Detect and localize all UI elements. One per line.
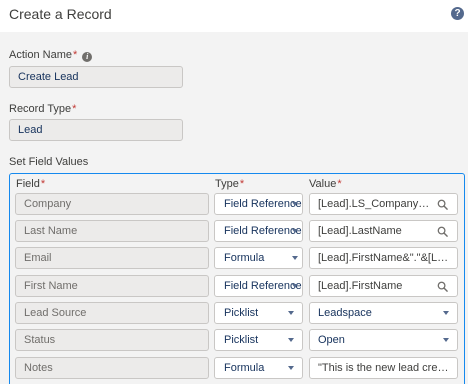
set-field-values-label: Set Field Values [9, 156, 89, 168]
row-value-input[interactable]: [Lead].FirstName&"."&[Lea... [309, 247, 458, 269]
row-value-input[interactable]: [Lead].LastName [309, 220, 458, 242]
type-select-value: Field Reference [224, 225, 302, 237]
row-field-last-name[interactable]: Last Name [15, 220, 209, 242]
modal-header: Create a Record ? [0, 0, 468, 32]
action-name-field[interactable]: Create Lead [9, 66, 183, 88]
row-type-select[interactable]: Field Reference [214, 275, 303, 297]
value-text: [Lead].LS_Company__c [318, 198, 437, 210]
action-name-label-text: Action Name [9, 49, 72, 61]
row-value-select[interactable]: Leadspace [309, 302, 458, 324]
value-text: Open [318, 334, 345, 346]
chevron-down-icon [292, 284, 298, 288]
value-text: Leadspace [318, 307, 372, 319]
value-text: [Lead].LastName [318, 225, 402, 237]
column-header-field: Field* [16, 178, 45, 190]
row-type-select[interactable]: Field Reference [214, 193, 303, 215]
row-type-select[interactable]: Picklist [214, 329, 303, 351]
required-marker: * [72, 103, 77, 115]
chevron-down-icon [292, 256, 298, 260]
info-icon[interactable]: i [82, 52, 93, 62]
column-header-value-text: Value [309, 178, 337, 190]
row-field-notes[interactable]: Notes [15, 357, 209, 379]
record-type-field[interactable]: Lead [9, 119, 183, 141]
row-value-select[interactable]: Open [309, 329, 458, 351]
page-title: Create a Record [9, 6, 112, 22]
type-select-value: Formula [224, 362, 265, 374]
column-header-type: Type* [215, 178, 244, 190]
search-icon[interactable] [437, 226, 448, 237]
row-value-input[interactable]: [Lead].LS_Company__c [309, 193, 458, 215]
chevron-down-icon [292, 229, 298, 233]
row-field-first-name[interactable]: First Name [15, 275, 209, 297]
type-select-value: Formula [224, 252, 265, 264]
column-header-value: Value* [309, 178, 342, 190]
row-type-select[interactable]: Picklist [214, 302, 303, 324]
type-select-value: Field Reference [224, 280, 302, 292]
row-field-company[interactable]: Company [15, 193, 209, 215]
action-name-label: Action Name* i [9, 49, 93, 62]
required-marker: * [337, 178, 342, 190]
row-value-input[interactable]: [Lead].FirstName [309, 275, 458, 297]
type-select-value: Picklist [224, 334, 259, 346]
help-icon[interactable]: ? [451, 7, 464, 20]
value-text: "This is the new lead create... [318, 362, 458, 374]
chevron-down-icon [443, 338, 449, 342]
chevron-down-icon [288, 366, 294, 370]
chevron-down-icon [292, 202, 298, 206]
search-icon[interactable] [437, 281, 448, 292]
row-field-status[interactable]: Status [15, 329, 209, 351]
record-type-label-text: Record Type [9, 103, 72, 115]
chevron-down-icon [443, 311, 449, 315]
value-text: [Lead].FirstName [318, 280, 403, 292]
chevron-down-icon [288, 311, 294, 315]
row-field-lead-source[interactable]: Lead Source [15, 302, 209, 324]
row-type-select[interactable]: Formula [214, 247, 303, 269]
chevron-down-icon [288, 338, 294, 342]
value-text: [Lead].FirstName&"."&[Lea... [318, 252, 458, 264]
row-type-select[interactable]: Field Reference [214, 220, 303, 242]
required-marker: * [72, 49, 78, 61]
row-field-email[interactable]: Email [15, 247, 209, 269]
required-marker: * [239, 178, 245, 190]
type-select-value: Picklist [224, 307, 259, 319]
column-header-field-text: Field [16, 178, 40, 190]
row-value-input[interactable]: "This is the new lead create... [309, 357, 458, 379]
search-icon[interactable] [437, 199, 448, 210]
type-select-value: Field Reference [224, 198, 302, 210]
row-type-select[interactable]: Formula [214, 357, 303, 379]
record-type-label: Record Type* [9, 103, 76, 115]
required-marker: * [40, 178, 46, 190]
column-header-type-text: Type [215, 178, 239, 190]
